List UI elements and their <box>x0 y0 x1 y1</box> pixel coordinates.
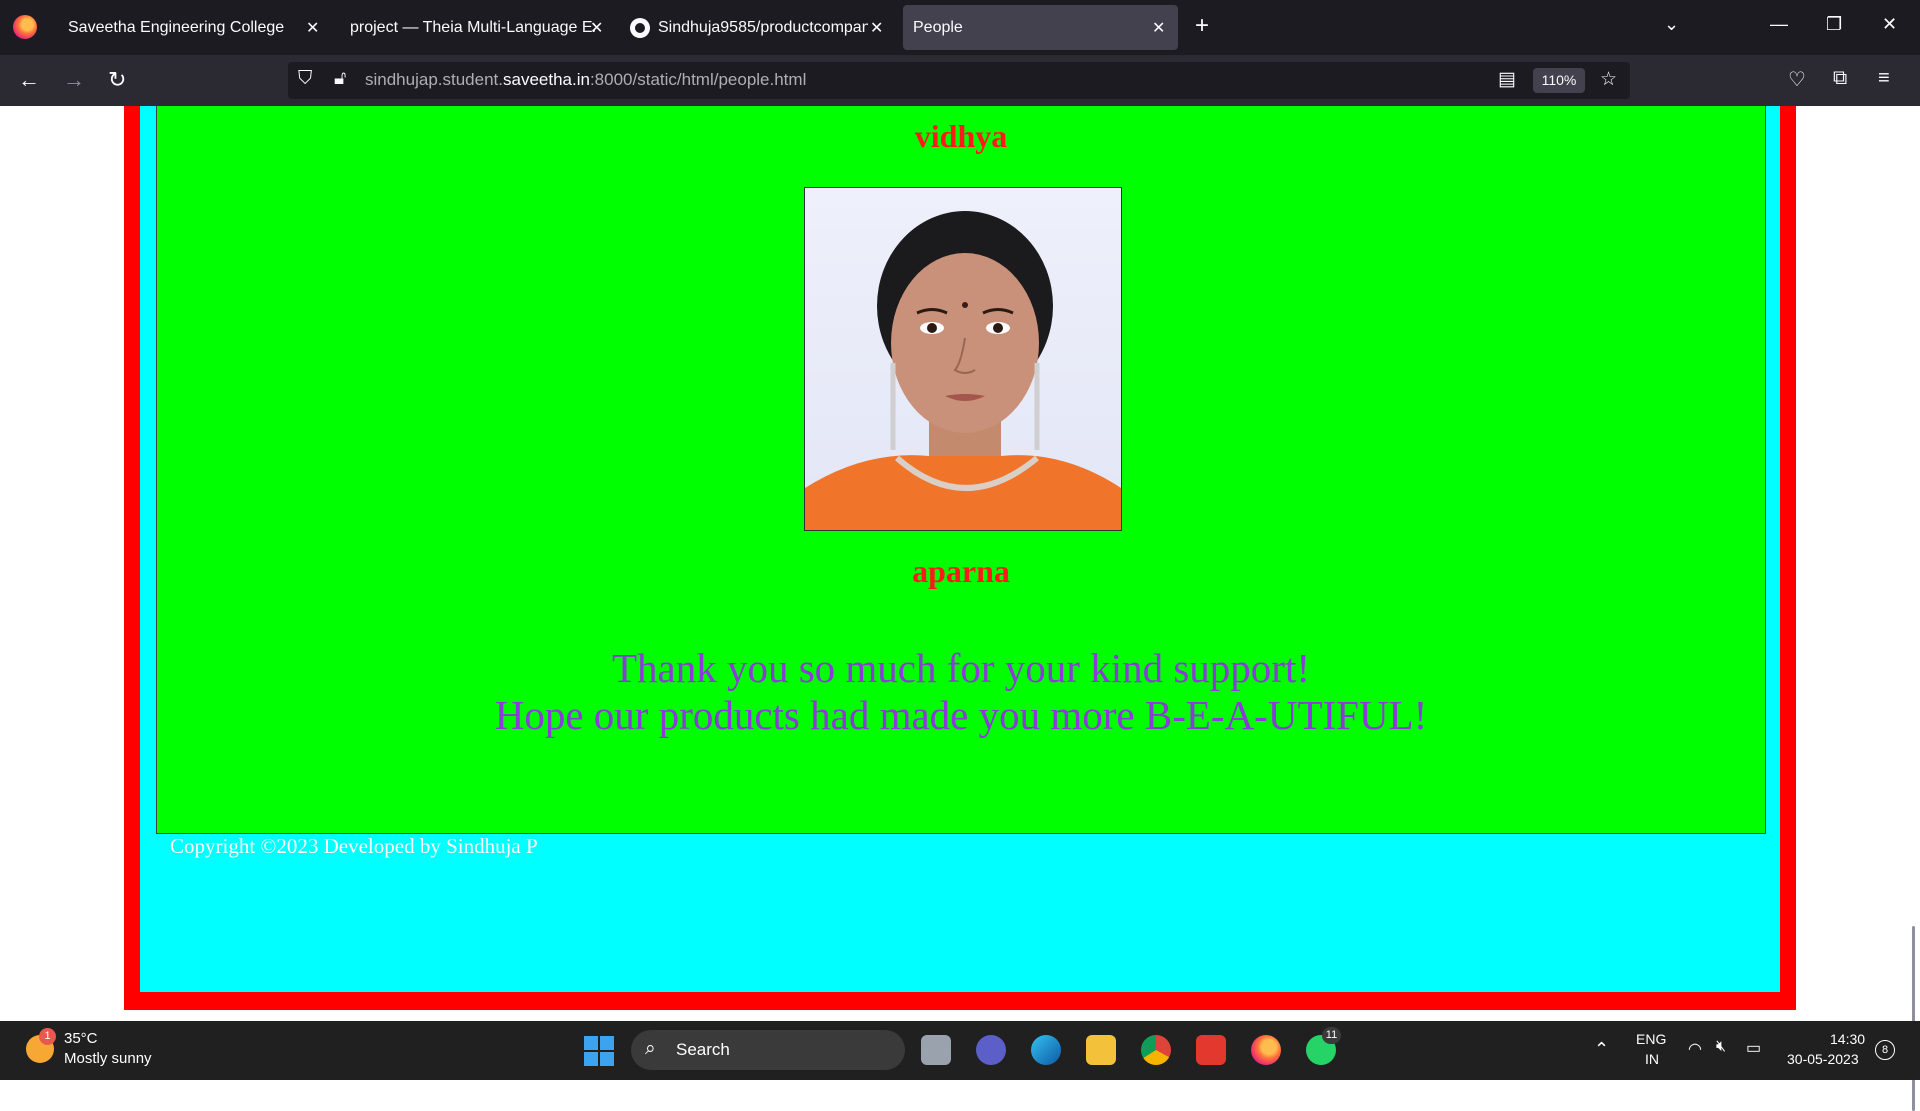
back-icon[interactable]: ← <box>18 67 40 93</box>
tab-theia[interactable]: project — Theia Multi-Language Ex ✕ <box>340 5 610 50</box>
cyan-container: vidhya aparna Thank you so much for your… <box>140 106 1780 992</box>
teams-chat-icon[interactable] <box>976 1035 1006 1065</box>
taskbar: 1 35°C Mostly sunny ⌕ Search 11 ⌃ ENG IN… <box>0 1021 1920 1080</box>
url-prefix: sindhujap.student. <box>365 70 503 89</box>
shield-icon[interactable]: ⛉ <box>298 68 312 90</box>
taskbar-search[interactable]: ⌕ Search <box>631 1030 905 1070</box>
person-name: vidhya <box>914 118 1008 154</box>
volume-muted-icon[interactable]: 🔇︎ <box>1716 1038 1726 1056</box>
tab-title: Saveetha Engineering College <box>68 18 285 36</box>
zoom-level[interactable]: 110% <box>1533 68 1585 93</box>
search-label: Search <box>676 1040 730 1059</box>
thank-you-message: Thank you so much for your kind support!… <box>157 645 1765 739</box>
language-code[interactable]: ENG <box>1636 1031 1666 1047</box>
restore-icon[interactable]: ❐ <box>1826 14 1842 35</box>
thank-you-line: Hope our products had made you more B-E-… <box>494 692 1428 738</box>
clock-time[interactable]: 14:30 <box>1830 1031 1865 1047</box>
weather-condition[interactable]: Mostly sunny <box>64 1050 152 1067</box>
url-bar[interactable]: ⛉ 🔓︎ sindhujap.student.saveetha.in:8000/… <box>288 62 1630 99</box>
notification-count[interactable]: 8 <box>1875 1040 1895 1060</box>
tab-title: People <box>913 18 963 36</box>
url-suffix: :8000/static/html/people.html <box>589 70 807 89</box>
clock-date[interactable]: 30-05-2023 <box>1787 1051 1859 1067</box>
tab-people[interactable]: People ✕ <box>903 5 1178 50</box>
pocket-icon[interactable]: ♡ <box>1788 67 1806 92</box>
show-hidden-icons-icon[interactable]: ⌃ <box>1594 1039 1609 1060</box>
person-name: aparna <box>912 553 1010 589</box>
tab-github[interactable]: Sindhuja9585/productcompany ✕ <box>620 5 890 50</box>
close-tab-icon[interactable]: ✕ <box>306 18 319 38</box>
tab-title: project — Theia Multi-Language Ex <box>350 18 595 36</box>
tab-bar: Saveetha Engineering College ✕ project —… <box>0 0 1920 55</box>
new-tab-icon[interactable]: + <box>1195 12 1209 40</box>
wifi-icon[interactable]: ◠ <box>1688 1039 1702 1059</box>
edge-icon[interactable] <box>1031 1035 1061 1065</box>
url-domain: saveetha.in <box>503 70 590 89</box>
weather-temperature[interactable]: 35°C <box>64 1030 98 1047</box>
lock-icon[interactable]: 🔓︎ <box>334 68 346 90</box>
reload-icon[interactable]: ↻ <box>108 67 126 93</box>
close-tab-icon[interactable]: ✕ <box>1152 18 1165 38</box>
close-tab-icon[interactable]: ✕ <box>870 18 883 38</box>
red-border-frame: vidhya aparna Thank you so much for your… <box>124 106 1796 1010</box>
footer-copyright: Copyright ©2023 Developed by Sindhuja P <box>170 834 538 858</box>
person-photo <box>804 187 1122 531</box>
file-explorer-icon[interactable] <box>1086 1035 1116 1065</box>
search-icon: ⌕ <box>645 1038 656 1059</box>
menu-icon[interactable]: ≡ <box>1878 67 1890 90</box>
wps-office-icon[interactable] <box>1196 1035 1226 1065</box>
list-all-tabs-icon[interactable]: ⌄ <box>1664 14 1679 35</box>
chrome-icon[interactable] <box>1141 1035 1171 1065</box>
weather-badge: 1 <box>39 1028 56 1045</box>
extensions-icon[interactable]: ⧉ <box>1833 67 1847 90</box>
github-icon <box>630 17 650 38</box>
forward-icon[interactable]: → <box>63 67 85 93</box>
close-window-icon[interactable]: ✕ <box>1882 14 1897 35</box>
people-panel: vidhya aparna Thank you so much for your… <box>156 106 1766 834</box>
firefox-taskbar-icon[interactable] <box>1251 1035 1281 1065</box>
battery-icon[interactable]: ▭ <box>1746 1038 1761 1058</box>
whatsapp-badge: 11 <box>1322 1027 1341 1044</box>
windows-start-icon[interactable] <box>584 1036 614 1066</box>
task-view-icon[interactable] <box>921 1035 951 1065</box>
url-text[interactable]: sindhujap.student.saveetha.in:8000/stati… <box>365 70 806 90</box>
tab-saveetha[interactable]: Saveetha Engineering College ✕ <box>58 5 328 50</box>
page-viewport: vidhya aparna Thank you so much for your… <box>0 106 1920 1111</box>
minimize-icon[interactable]: — <box>1770 14 1788 35</box>
navigation-bar: ← → ↻ ⛉ 🔓︎ sindhujap.student.saveetha.in… <box>0 55 1920 106</box>
bookmark-star-icon[interactable]: ☆ <box>1600 68 1617 91</box>
close-tab-icon[interactable]: ✕ <box>590 18 603 38</box>
firefox-menu-icon[interactable] <box>13 15 37 39</box>
reader-view-icon[interactable]: ▤ <box>1498 68 1516 91</box>
language-region[interactable]: IN <box>1645 1051 1659 1067</box>
vertical-scrollbar[interactable] <box>1912 926 1915 1111</box>
portrait-image <box>805 211 1121 530</box>
tab-title: Sindhuja9585/productcompany <box>658 18 868 36</box>
thank-you-line: Thank you so much for your kind support! <box>611 645 1311 691</box>
